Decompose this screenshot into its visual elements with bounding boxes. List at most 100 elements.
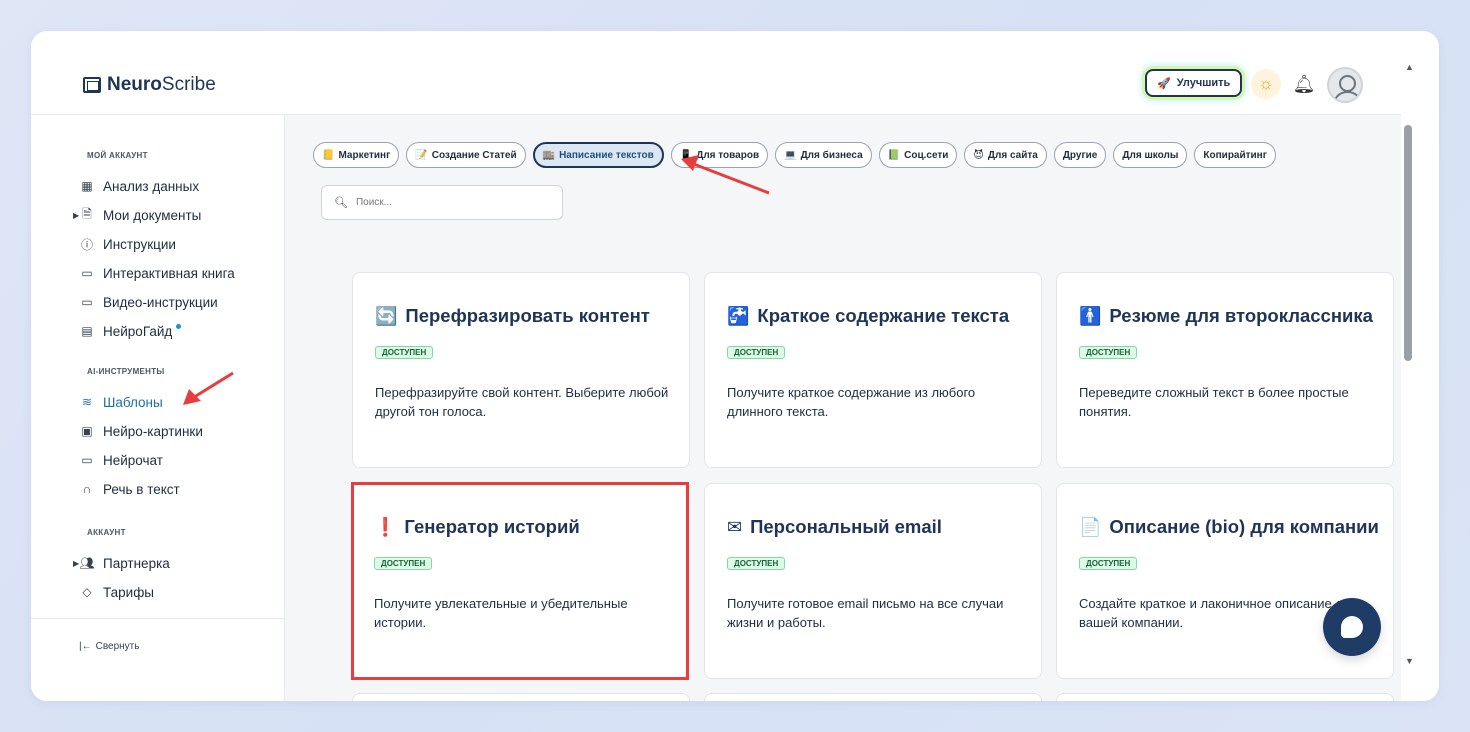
sidebar-section-my-account: МОЙ АККАУНТ xyxy=(87,151,148,160)
tag-icon: ◇ xyxy=(82,585,92,599)
notification-bell-icon[interactable]: 🔔︎ xyxy=(1289,69,1319,99)
sidebar-item-label: Шаблоны xyxy=(103,394,163,410)
template-card-partial[interactable] xyxy=(1056,693,1394,701)
category-label: Маркетинг xyxy=(338,149,391,161)
category-icon: 🏬 xyxy=(542,149,556,161)
category-chip[interactable]: 📗 Соц.сети xyxy=(878,142,958,168)
sidebar-item-label: Интерактивная книга xyxy=(103,265,235,281)
card-title-text: Описание (bio) для компании xyxy=(1109,516,1379,537)
logo-text: NeuroScribe xyxy=(107,74,216,96)
sidebar-item-speech-to-text[interactable]: ∩ Речь в текст xyxy=(79,478,180,500)
template-card-partial[interactable] xyxy=(704,693,1042,701)
category-label: Соц.сети xyxy=(904,149,949,161)
sidebar-item-neuroguide[interactable]: ▤ НейроГайд xyxy=(79,320,182,342)
envelope-icon: ✉ xyxy=(727,516,743,537)
app-window: NeuroScribe 🚀 Улучшить ☼ 🔔︎ МОЙ АККАУНТ … xyxy=(31,31,1439,701)
upgrade-button[interactable]: 🚀 Улучшить xyxy=(1145,69,1243,97)
category-chip[interactable]: 📝 Создание Статей xyxy=(406,142,526,168)
sidebar-item-tariffs[interactable]: ◇ Тарифы xyxy=(79,581,154,603)
refresh-icon: 🔄 xyxy=(375,305,398,326)
help-circle-icon: ⓘ xyxy=(80,237,93,252)
category-chip[interactable]: 🏬 Написание текстов xyxy=(532,142,664,168)
template-card-partial[interactable] xyxy=(352,693,690,701)
category-label: Для сайта xyxy=(987,149,1038,161)
theme-toggle-sun-icon[interactable]: ☼ xyxy=(1251,69,1281,99)
caret-right-icon: ▶ xyxy=(73,210,80,220)
category-icon: 💻 xyxy=(784,149,797,161)
category-icon: 📝 xyxy=(415,149,428,161)
category-label: Написание текстов xyxy=(559,149,654,161)
card-title: ✉ Персональный email xyxy=(727,516,942,538)
sidebar-item-label: Мои документы xyxy=(103,207,202,223)
template-card-summary[interactable]: 🚰 Краткое содержание текста ДОСТУПЕН Пол… xyxy=(704,272,1042,468)
category-chip[interactable]: Другие xyxy=(1053,142,1107,168)
card-title-text: Генератор историй xyxy=(404,516,580,537)
sidebar-item-label: НейроГайд xyxy=(103,323,173,339)
sidebar-item-label: Нейрочат xyxy=(103,452,163,468)
status-badge: ДОСТУПЕН xyxy=(1079,346,1138,359)
sidebar-item-instructions[interactable]: ⓘ Инструкции xyxy=(79,233,176,255)
book-icon: ▭ xyxy=(81,266,93,280)
search-box[interactable]: 🔍︎ xyxy=(321,185,563,220)
chat-support-button[interactable] xyxy=(1323,598,1381,656)
faucet-icon: 🚰 xyxy=(727,305,750,326)
template-card-second-grader[interactable]: 🚹 Резюме для второклассника ДОСТУПЕН Пер… xyxy=(1056,272,1394,468)
sidebar-item-templates[interactable]: ≋ Шаблоны xyxy=(79,391,163,413)
collapse-arrow-icon: |← xyxy=(79,641,92,652)
sidebar-item-video-instructions[interactable]: ▭ Видео-инструкции xyxy=(79,291,218,313)
template-card-email[interactable]: ✉ Персональный email ДОСТУПЕН Получите г… xyxy=(704,483,1042,679)
card-title-text: Персональный email xyxy=(750,516,942,537)
sidebar-item-label: Видео-инструкции xyxy=(103,294,218,310)
card-title-text: Перефразировать контент xyxy=(405,305,650,326)
category-chip[interactable]: 📒 Маркетинг xyxy=(313,142,400,168)
category-chip[interactable]: 💻 Для бизнеса xyxy=(775,142,872,168)
card-title-text: Краткое содержание текста xyxy=(757,305,1010,326)
sidebar-item-interactive-book[interactable]: ▭ Интерактивная книга xyxy=(79,262,235,284)
card-title-text: Резюме для второклассника xyxy=(1109,305,1373,326)
sidebar-item-data-analysis[interactable]: ▦ Анализ данных xyxy=(79,175,199,197)
scrollbar-thumb[interactable] xyxy=(1404,125,1412,361)
avatar[interactable] xyxy=(1327,67,1363,103)
status-badge: ДОСТУПЕН xyxy=(727,557,786,570)
collapse-sidebar-button[interactable]: |← Свернуть xyxy=(79,641,139,652)
category-chip[interactable]: Для школы xyxy=(1113,142,1188,168)
search-icon: 🔍︎ xyxy=(334,197,348,209)
category-label: Другие xyxy=(1062,149,1098,161)
users-icon: 👥︎ xyxy=(79,556,95,570)
caret-right-icon: ▶ xyxy=(73,558,80,568)
new-dot-icon xyxy=(176,324,182,329)
sidebar-item-partner[interactable]: ▶ 👥︎ Партнерка xyxy=(73,552,170,574)
status-badge: ДОСТУПЕН xyxy=(1079,557,1138,570)
scroll-down-arrow-icon[interactable]: ▼ xyxy=(1405,656,1414,666)
search-input[interactable] xyxy=(355,197,546,208)
sidebar-item-neuro-images[interactable]: ▣ Нейро-картинки xyxy=(79,420,203,442)
logo[interactable]: NeuroScribe xyxy=(83,74,216,96)
card-description: Получите краткое содержание из любого дл… xyxy=(727,385,976,419)
chat-bubble-icon: ▭ xyxy=(81,453,93,467)
card-title: 🚹 Резюме для второклассника xyxy=(1079,305,1373,327)
image-icon: ▣ xyxy=(81,424,93,438)
template-card-story-generator[interactable]: ❗ Генератор историй ДОСТУПЕН Получите ув… xyxy=(351,482,689,680)
sidebar-item-label: Тарифы xyxy=(103,584,155,600)
category-chip[interactable]: Копирайтинг xyxy=(1194,142,1276,168)
document-icon: 🗎 xyxy=(82,206,92,221)
scroll-up-arrow-icon[interactable]: ▲ xyxy=(1405,62,1414,72)
category-chip[interactable]: 📱 Для товаров xyxy=(670,142,769,168)
category-icon: 📱 xyxy=(679,149,693,161)
category-chips: 📒 Маркетинг 📝 Создание Статей 🏬 Написание тек… xyxy=(313,142,1276,168)
sidebar-item-neurochat[interactable]: ▭ Нейрочат xyxy=(79,449,163,471)
sidebar: МОЙ АККАУНТ ▦ Анализ данных ▶ 🗎 Мои доку… xyxy=(31,115,285,701)
card-description: Перефразируйте свой контент. Выберите лю… xyxy=(375,385,669,419)
status-badge: ДОСТУПЕН xyxy=(375,346,434,359)
guide-icon: ▤ xyxy=(81,324,93,338)
headphones-icon: ∩ xyxy=(82,482,92,496)
category-label: Копирайтинг xyxy=(1203,149,1267,161)
category-icon: 📗 xyxy=(887,149,901,161)
rocket-icon: 🚀 xyxy=(1157,77,1171,90)
template-card-paraphrase[interactable]: 🔄 Перефразировать контент ДОСТУПЕН Переф… xyxy=(352,272,690,468)
upgrade-label: Улучшить xyxy=(1176,77,1231,89)
sidebar-item-label: Анализ данных xyxy=(103,178,200,194)
sidebar-item-my-documents[interactable]: ▶ 🗎 Мои документы xyxy=(73,204,202,226)
category-chip[interactable]: 😈 Для сайта xyxy=(964,142,1047,168)
category-label: Для бизнеса xyxy=(800,149,863,161)
